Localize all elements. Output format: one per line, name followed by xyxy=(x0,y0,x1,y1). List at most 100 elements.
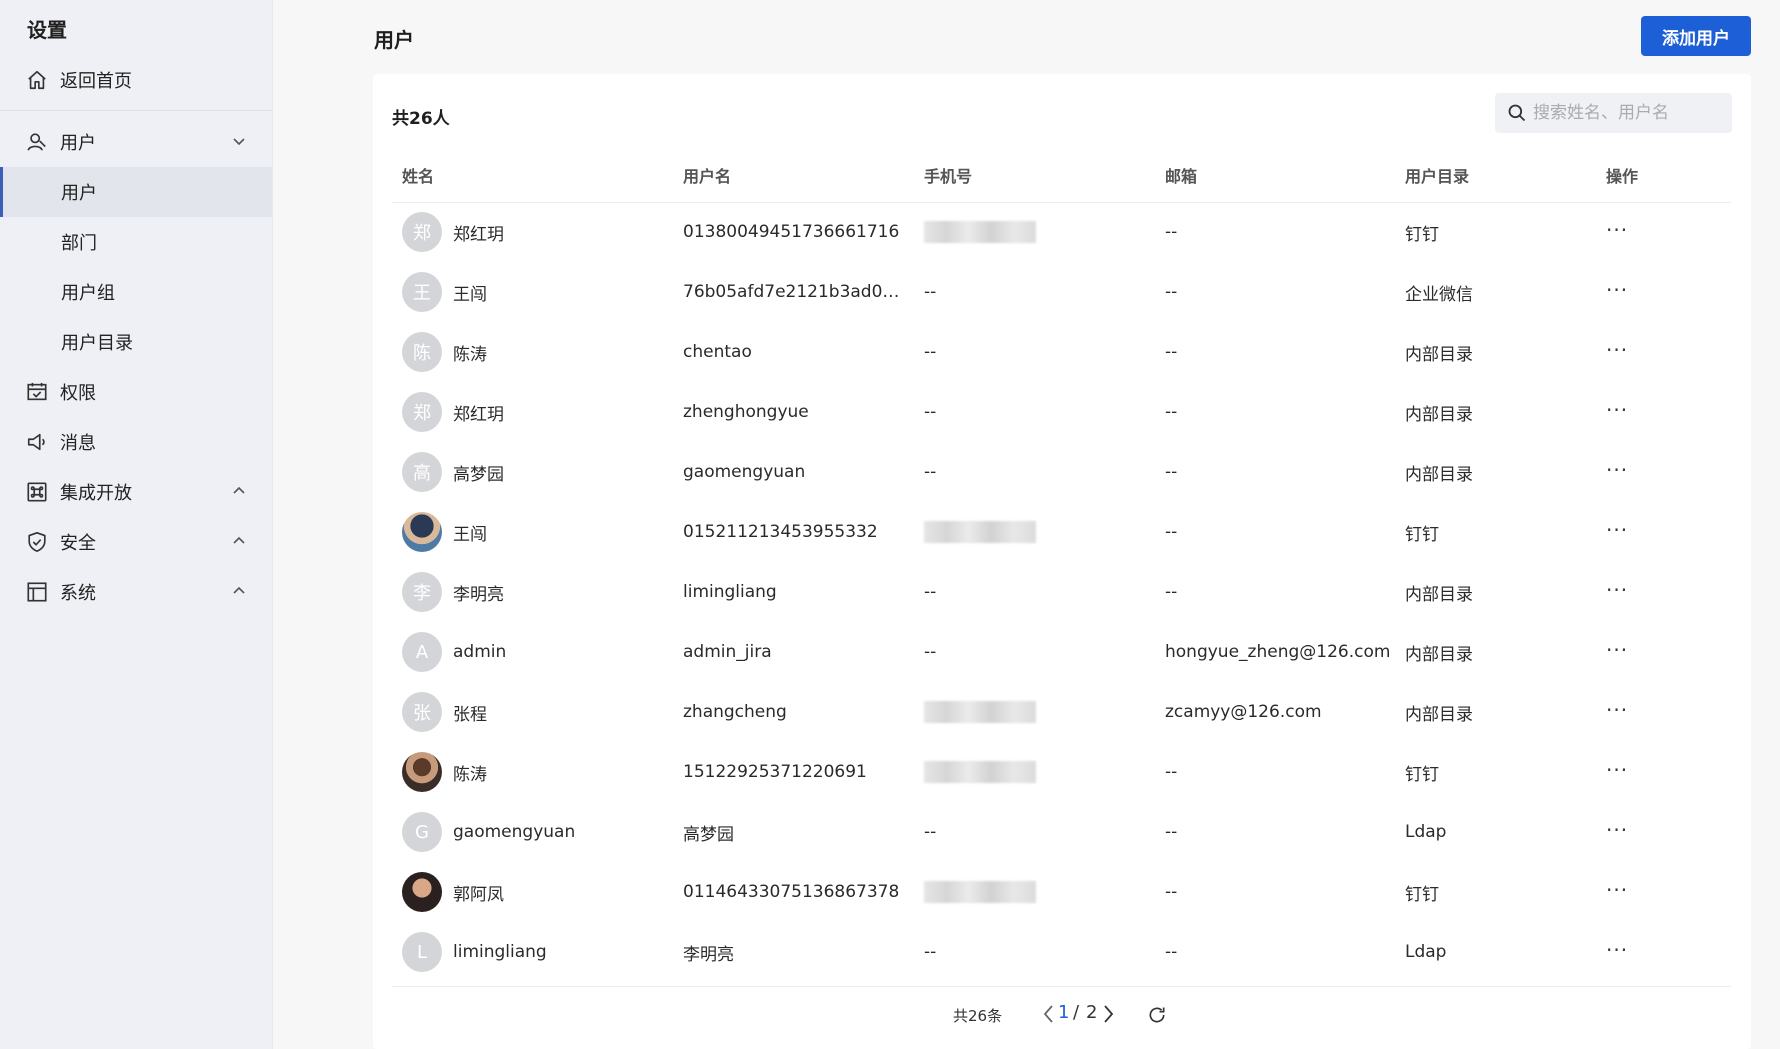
more-actions-button[interactable]: ··· xyxy=(1606,520,1628,540)
user-username: 01380049451736661716 xyxy=(683,222,900,243)
user-email: -- xyxy=(1165,762,1178,782)
user-name: limingliang xyxy=(453,942,547,962)
more-actions-button[interactable]: ··· xyxy=(1606,340,1628,360)
user-phone: -- xyxy=(924,282,937,302)
avatar: G xyxy=(402,812,442,852)
sidebar-subitem-departments[interactable]: 部门 xyxy=(0,217,272,267)
sidebar-item-label: 系统 xyxy=(60,583,96,604)
back-home-link[interactable]: 返回首页 xyxy=(0,60,272,100)
avatar: 郑 xyxy=(402,212,442,253)
user-name: 陈涛 xyxy=(453,764,487,785)
sidebar-item-messages[interactable]: 消息 xyxy=(0,417,272,467)
user-directory: 钉钉 xyxy=(1405,224,1439,245)
user-phone xyxy=(914,742,1155,802)
sidebar-item-integration[interactable]: 集成开放 xyxy=(0,467,272,517)
sidebar-item-label: 权限 xyxy=(60,383,96,404)
user-name: 王闯 xyxy=(453,284,487,305)
user-username: gaomengyuan xyxy=(683,462,806,482)
table-row[interactable]: 张张程 zhangcheng zcamyy@126.com 内部目录 ··· xyxy=(392,682,1731,742)
user-phone xyxy=(914,202,1155,262)
user-phone: -- xyxy=(924,342,937,362)
avatar-photo xyxy=(402,752,442,792)
sidebar-item-security[interactable]: 安全 xyxy=(0,517,272,567)
user-email: -- xyxy=(1165,882,1178,902)
sidebar: 设置 返回首页 用户 用户 部门 用户组 用户目录 权限 消息 集成开放 安全 … xyxy=(0,0,273,1049)
home-icon xyxy=(26,69,48,91)
table-row[interactable]: 陈涛 15122925371220691 -- 钉钉 ··· xyxy=(392,742,1731,802)
sidebar-item-system[interactable]: 系统 xyxy=(0,567,272,617)
table-row[interactable]: 李李明亮 limingliang -- -- 内部目录 ··· xyxy=(392,562,1731,622)
table-row[interactable]: Aadmin admin_jira -- hongyue_zheng@126.c… xyxy=(392,622,1731,682)
pagination-current-page: 1 xyxy=(1058,1002,1070,1023)
blurred-phone xyxy=(924,881,1036,903)
user-directory: Ldap xyxy=(1405,822,1447,842)
sidebar-item-users[interactable]: 用户 xyxy=(0,117,272,167)
table-row[interactable]: Llimingliang 李明亮 -- -- Ldap ··· xyxy=(392,922,1731,982)
blurred-phone xyxy=(924,521,1036,543)
user-username: limingliang xyxy=(683,582,777,602)
user-name: 郑红玥 xyxy=(453,404,504,425)
avatar: 王 xyxy=(402,272,442,312)
user-username: admin_jira xyxy=(683,642,772,662)
more-actions-button[interactable]: ··· xyxy=(1606,460,1628,480)
user-directory: 内部目录 xyxy=(1405,464,1473,485)
user-directory: 内部目录 xyxy=(1405,644,1473,665)
avatar: 李 xyxy=(402,572,442,612)
user-email: -- xyxy=(1165,282,1178,302)
table-row[interactable]: 王王闯 76b05afd7e2121b3ad02c6... -- -- 企业微信… xyxy=(392,262,1731,322)
table-row[interactable]: Ggaomengyuan 高梦园 -- -- Ldap ··· xyxy=(392,802,1731,862)
avatar-photo xyxy=(402,872,442,912)
table-row[interactable]: 陈陈涛 chentao -- -- 内部目录 ··· xyxy=(392,322,1731,382)
user-name: 李明亮 xyxy=(453,584,504,605)
table-row[interactable]: 郑郑红玥 zhenghongyue -- -- 内部目录 ··· xyxy=(392,382,1731,442)
pagination: 共26条 1 / 2 xyxy=(373,995,1751,1035)
refresh-icon[interactable] xyxy=(1147,1005,1167,1025)
sidebar-item-permissions[interactable]: 权限 xyxy=(0,367,272,417)
user-email: -- xyxy=(1165,402,1178,422)
more-actions-button[interactable]: ··· xyxy=(1606,640,1628,660)
avatar: 郑 xyxy=(402,392,442,432)
sidebar-subitem-label: 用户组 xyxy=(61,283,115,304)
more-actions-button[interactable]: ··· xyxy=(1606,700,1628,720)
column-header-phone: 手机号 xyxy=(914,148,1155,203)
user-name: gaomengyuan xyxy=(453,822,576,842)
avatar: L xyxy=(402,932,442,972)
sidebar-item-label: 安全 xyxy=(60,533,96,554)
megaphone-icon xyxy=(26,431,48,453)
sidebar-title: 设置 xyxy=(27,18,67,42)
user-directory: 钉钉 xyxy=(1405,884,1439,905)
search-input[interactable] xyxy=(1533,103,1723,123)
column-header-username: 用户名 xyxy=(673,148,914,203)
more-actions-button[interactable]: ··· xyxy=(1606,400,1628,420)
more-actions-button[interactable]: ··· xyxy=(1606,940,1628,960)
table-bottom-divider xyxy=(392,986,1731,987)
table-row[interactable]: 王闯 015211213453955332 -- 钉钉 ··· xyxy=(392,502,1731,562)
blurred-phone xyxy=(924,221,1036,244)
more-actions-button[interactable]: ··· xyxy=(1606,760,1628,780)
chevron-right-icon[interactable] xyxy=(1100,1003,1116,1025)
user-email: -- xyxy=(1165,822,1178,842)
more-actions-button[interactable]: ··· xyxy=(1606,580,1628,600)
sidebar-item-label: 集成开放 xyxy=(60,483,132,504)
chevron-left-icon[interactable] xyxy=(1041,1003,1057,1025)
table-row[interactable]: 郭阿凤 01146433075136867378 -- 钉钉 ··· xyxy=(392,862,1731,922)
sidebar-subitem-users[interactable]: 用户 xyxy=(0,167,272,217)
table-row[interactable]: 高高梦园 gaomengyuan -- -- 内部目录 ··· xyxy=(392,442,1731,502)
sidebar-subitem-label: 用户 xyxy=(61,183,97,204)
more-actions-button[interactable]: ··· xyxy=(1606,820,1628,840)
sidebar-subitem-label: 用户目录 xyxy=(61,333,133,354)
sidebar-subitem-user-groups[interactable]: 用户组 xyxy=(0,267,272,317)
add-user-button[interactable]: 添加用户 xyxy=(1641,16,1751,56)
user-username: 01146433075136867378 xyxy=(683,882,900,902)
table-row[interactable]: 郑郑红玥 01380049451736661716 -- 钉钉 ··· xyxy=(392,202,1731,262)
more-actions-button[interactable]: ··· xyxy=(1606,280,1628,300)
user-phone xyxy=(914,682,1155,742)
more-actions-button[interactable]: ··· xyxy=(1606,220,1628,240)
column-header-name: 姓名 xyxy=(392,148,673,203)
more-actions-button[interactable]: ··· xyxy=(1606,880,1628,900)
user-email: hongyue_zheng@126.com xyxy=(1165,642,1391,662)
users-card: 共26人 姓名 用户名 手机号 邮箱 用户目录 操作 郑郑红玥 01380049… xyxy=(373,74,1751,1049)
user-email: -- xyxy=(1165,222,1178,243)
sidebar-subitem-user-directory[interactable]: 用户目录 xyxy=(0,317,272,367)
search-box[interactable] xyxy=(1495,93,1732,133)
